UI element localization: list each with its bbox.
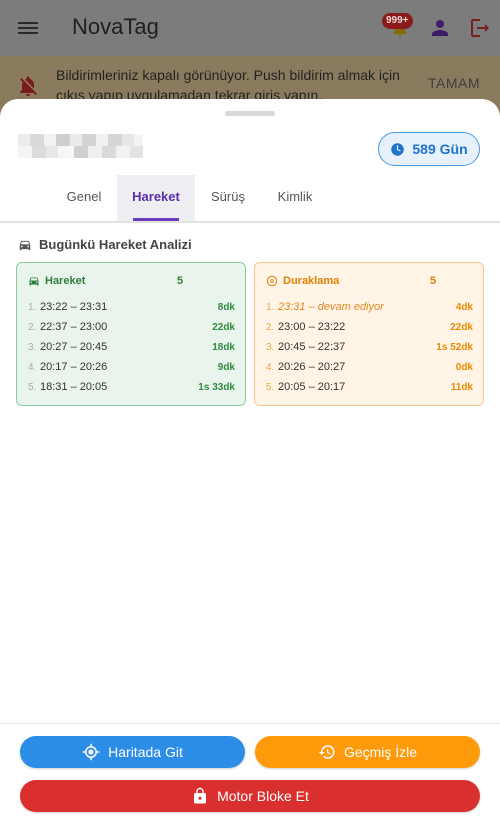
row-number: 2.: [28, 321, 37, 333]
row-duration: 22dk: [212, 321, 235, 333]
stop-row: 2. 23:00 – 23:22 22dk: [266, 317, 473, 337]
row-number: 1.: [28, 301, 37, 313]
watch-history-button[interactable]: Geçmiş İzle: [255, 736, 480, 768]
logout-icon[interactable]: [468, 16, 492, 40]
watch-history-label: Geçmiş İzle: [343, 744, 418, 760]
stop-row: 3. 20:45 – 22:37 1s 52dk: [266, 337, 473, 357]
row-duration: 18dk: [212, 341, 235, 353]
notification-badge: 999+: [382, 13, 413, 29]
person-icon[interactable]: [428, 16, 452, 40]
row-number: 5.: [266, 381, 275, 393]
engine-block-label: Motor Bloke Et: [217, 788, 309, 804]
movement-card: Hareket 5 1. 23:22 – 23:31 8dk 2. 22:37 – 2…: [16, 262, 246, 406]
stops-card-header: Duraklama: [266, 275, 339, 287]
row-time: 23:22 – 23:31: [40, 301, 108, 313]
row-time: 23:00 – 23:22: [278, 321, 346, 333]
row-time: 18:31 – 20:05: [40, 381, 108, 393]
movement-row: 2. 22:37 – 23:00 22dk: [28, 317, 235, 337]
go-to-map-label: Haritada Git: [108, 744, 183, 760]
days-chip: 589 Gün: [378, 132, 480, 166]
row-number: 1.: [266, 301, 275, 313]
stops-count: 5: [430, 275, 437, 287]
stop-row: 4. 20:26 – 20:27 0dk: [266, 357, 473, 377]
row-duration: 4dk: [455, 301, 473, 313]
menu-icon[interactable]: [16, 16, 40, 40]
row-number: 2.: [266, 321, 275, 333]
row-time: 23:31 – devam ediyor: [278, 301, 384, 313]
tab-hareket[interactable]: Hareket: [117, 175, 195, 221]
row-time: 22:37 – 23:00: [40, 321, 108, 333]
movement-title: Hareket: [45, 275, 86, 287]
lock-icon: [194, 787, 207, 804]
row-number: 4.: [266, 361, 275, 373]
row-number: 3.: [28, 341, 37, 353]
sheet-drag-handle[interactable]: [225, 111, 275, 116]
stops-title: Duraklama: [283, 275, 340, 287]
row-time: 20:26 – 20:27: [278, 361, 346, 373]
history-icon: [318, 745, 335, 759]
car-icon: [29, 277, 39, 286]
tab-kimlik[interactable]: Kimlik: [262, 175, 328, 221]
movement-row: 3. 20:27 – 20:45 18dk: [28, 337, 235, 357]
row-number: 4.: [28, 361, 37, 373]
movement-row: 5. 18:31 – 20:05 1s 33dk: [28, 377, 235, 397]
section-title-text: Bugünkü Hareket Analizi: [39, 237, 192, 252]
row-duration: 8dk: [217, 301, 235, 313]
redacted-vehicle-name: [18, 134, 143, 158]
row-duration: 0dk: [455, 361, 473, 373]
movement-card-header: Hareket: [28, 275, 85, 287]
engine-block-button[interactable]: Motor Bloke Et: [20, 780, 480, 812]
action-footer: Haritada Git Geçmiş İzle Motor Bloke Et: [0, 723, 500, 828]
vehicle-bottom-sheet: 589 Gün Genel Hareket Sürüş Kimlik Bugün…: [0, 99, 500, 828]
row-duration: 1s 52dk: [436, 341, 473, 353]
movement-row: 1. 23:22 – 23:31 8dk: [28, 297, 235, 317]
movement-count: 5: [177, 275, 184, 287]
row-time: 20:17 – 20:26: [40, 361, 108, 373]
row-duration: 22dk: [450, 321, 473, 333]
stop-row: 1. 23:31 – devam ediyor 4dk: [266, 297, 473, 317]
row-duration: 11dk: [450, 381, 473, 393]
app-bar: NovaTag 999+: [0, 0, 500, 56]
stop-row: 5. 20:05 – 20:17 11dk: [266, 377, 473, 397]
tab-surus[interactable]: Sürüş: [196, 175, 260, 221]
row-number: 3.: [266, 341, 275, 353]
section-title: Bugünkü Hareket Analizi: [18, 237, 192, 252]
app-title: NovaTag: [72, 14, 159, 39]
row-time: 20:27 – 20:45: [40, 341, 108, 353]
row-number: 5.: [28, 381, 37, 393]
tab-bar: Genel Hareket Sürüş Kimlik: [0, 175, 500, 223]
row-duration: 9dk: [217, 361, 235, 373]
gps-target-icon: [82, 743, 100, 761]
clock-icon: [391, 142, 405, 156]
pause-circle-icon: [266, 275, 278, 287]
movement-row: 4. 20:17 – 20:26 9dk: [28, 357, 235, 377]
notice-ok-button[interactable]: TAMAM: [428, 75, 480, 91]
days-chip-label: 589 Gün: [412, 141, 468, 157]
tab-genel[interactable]: Genel: [52, 175, 116, 221]
row-duration: 1s 33dk: [198, 381, 235, 393]
go-to-map-button[interactable]: Haritada Git: [20, 736, 245, 768]
car-icon: [19, 240, 31, 250]
row-time: 20:05 – 20:17: [278, 381, 346, 393]
stops-card: Duraklama 5 1. 23:31 – devam ediyor 4dk 2.…: [254, 262, 484, 406]
notifications-off-icon: [20, 76, 37, 96]
row-time: 20:45 – 22:37: [278, 341, 346, 353]
